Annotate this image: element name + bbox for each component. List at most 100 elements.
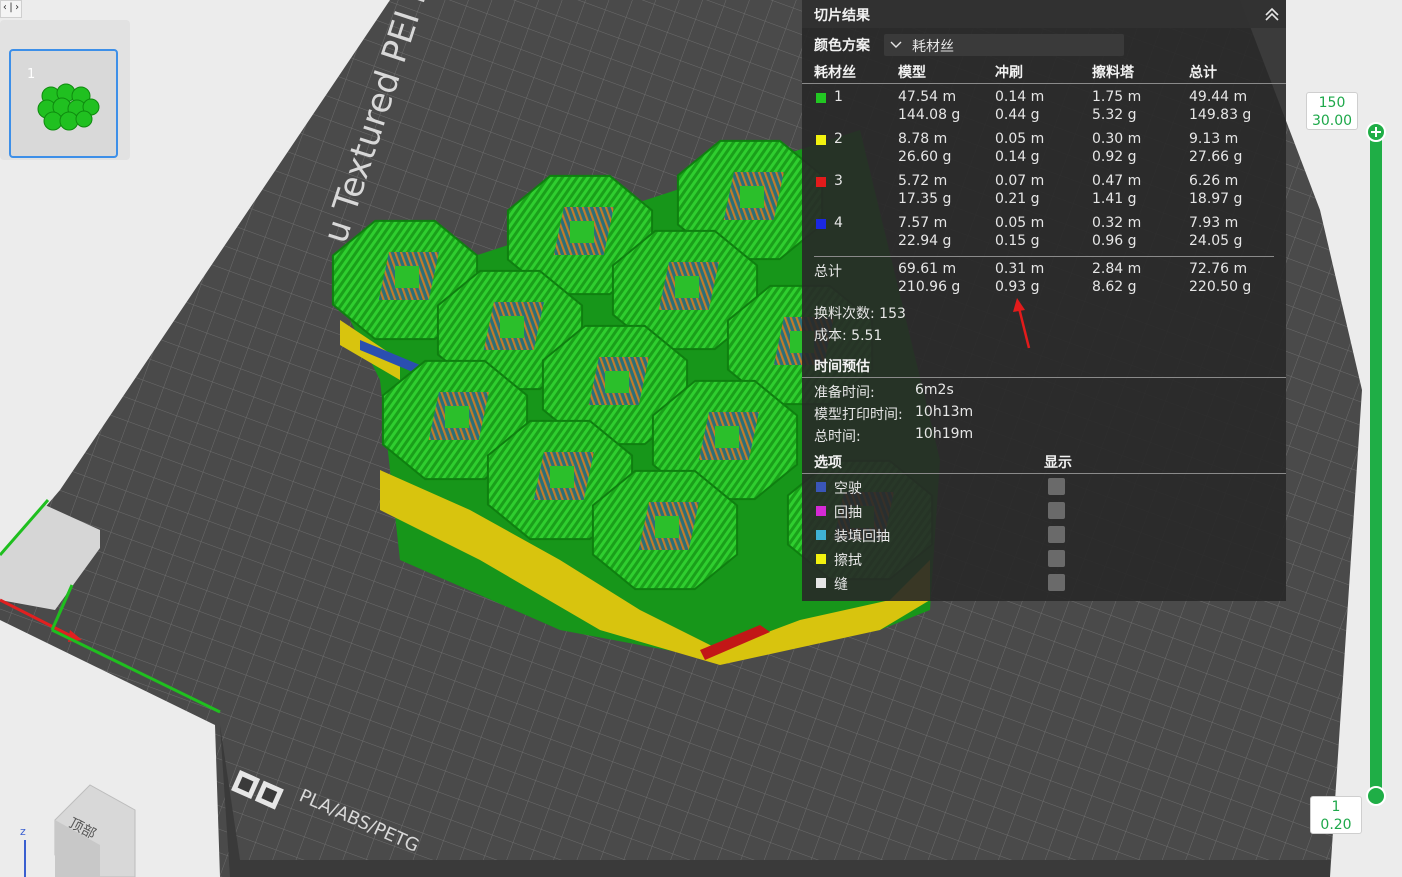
color-scheme-select[interactable]: 耗材丝 [884,34,1124,56]
model-pod-core [605,371,629,393]
slice-result-panel: 切片结果 颜色方案 耗材丝 耗材丝 模型 冲刷 擦料塔 总计 1 47.54 m 1… [802,0,1286,601]
sidebar-toggle-button[interactable]: ‹|› [0,0,22,18]
filament-id: 1 [834,89,843,105]
color-scheme-value: 耗材丝 [912,39,954,55]
bottom-layer-number: 1 [1331,799,1341,815]
layer-slider-top-handle[interactable] [1366,122,1386,142]
code-toggle-icon: ‹|› [1,2,21,13]
view-cube-axis-label: z [20,825,26,838]
filament-flush-length: 0.14 m [995,89,1045,105]
option-color-swatch [816,554,826,564]
filament-model-length: 7.57 m [898,215,948,231]
filament-color-swatch [816,177,826,187]
sum-total-length: 72.76 m [1189,261,1248,277]
filament-tower-length: 0.32 m [1092,215,1142,231]
filament-tower-length: 0.30 m [1092,131,1142,147]
col-header-flush: 冲刷 [995,65,1023,81]
time-value: 6m2s [915,382,954,398]
cost-value: 成本: 5.51 [814,328,883,344]
panel-title: 切片结果 [814,8,870,24]
time-divider [802,377,1286,378]
options-divider [802,473,1286,474]
layer-slider-track[interactable] [1370,128,1382,796]
table-sum-divider [814,256,1274,257]
time-label: 总时间: [814,429,861,445]
bottom-layer-label: 1 0.20 [1310,796,1362,834]
double-chevron-up-icon[interactable] [1264,6,1280,22]
time-label: 模型打印时间: [814,407,903,423]
option-color-swatch [816,482,826,492]
filament-tower-length: 0.47 m [1092,173,1142,189]
col-header-total: 总计 [1189,65,1217,81]
option-show-checkbox[interactable] [1048,502,1065,519]
time-estimate-header: 时间预估 [814,359,870,375]
filament-id: 4 [834,215,843,231]
time-label: 准备时间: [814,385,875,401]
option-show-checkbox[interactable] [1048,478,1065,495]
filament-flush-length: 0.05 m [995,131,1045,147]
option-label: 缝 [834,577,848,593]
plate-thumbnail-preview-icon [37,83,100,131]
filament-tower-weight: 0.96 g [1092,233,1137,249]
filament-total-length: 6.26 m [1189,173,1239,189]
filament-flush-length: 0.05 m [995,215,1045,231]
filament-tower-weight: 1.41 g [1092,191,1137,207]
model-pod-core [550,466,574,488]
filament-total-length: 9.13 m [1189,131,1239,147]
plate-thumbnail[interactable]: 1 [9,49,118,158]
options-header: 选项 [814,455,842,471]
option-color-swatch [816,578,826,588]
model-pod-core [445,406,469,428]
filament-tower-weight: 0.92 g [1092,149,1137,165]
filament-tower-weight: 5.32 g [1092,107,1137,123]
filament-model-length: 47.54 m [898,89,957,105]
panel-title-bar [802,0,1286,28]
model-pod-core [715,426,739,448]
filament-tower-length: 1.75 m [1092,89,1142,105]
option-show-checkbox[interactable] [1048,526,1065,543]
filament-total-length: 7.93 m [1189,215,1239,231]
layer-slider-bottom-handle[interactable] [1366,786,1386,806]
top-layer-height: 30.00 [1311,113,1353,129]
bottom-layer-height: 0.20 [1320,817,1352,833]
model-pod-core [740,186,764,208]
filament-model-length: 8.78 m [898,131,948,147]
filament-color-swatch [816,93,826,103]
top-layer-label: 150 30.00 [1306,92,1358,130]
filament-flush-weight: 0.21 g [995,191,1040,207]
time-value: 10h19m [915,426,974,442]
top-layer-number: 150 [1318,95,1346,111]
model-pod-core [395,266,419,288]
plate-thumbnail-strip: 1 [0,20,130,160]
filament-flush-weight: 0.15 g [995,233,1040,249]
option-show-checkbox[interactable] [1048,574,1065,591]
chevron-down-icon [890,41,902,48]
sum-total-weight: 220.50 g [1189,279,1252,295]
col-header-tower: 擦料塔 [1092,65,1134,81]
sum-model-length: 69.61 m [898,261,957,277]
show-header: 显示 [1044,455,1072,471]
time-value: 10h13m [915,404,974,420]
model-pod-core [655,516,679,538]
col-header-filament: 耗材丝 [814,65,856,81]
filament-model-weight: 26.60 g [898,149,952,165]
filament-model-length: 5.72 m [898,173,948,189]
filament-color-swatch [816,219,826,229]
option-label: 空驶 [834,481,862,497]
filament-total-weight: 18.97 g [1189,191,1243,207]
option-label: 回抽 [834,505,862,521]
option-label: 擦拭 [834,553,862,569]
filament-swap-count: 换料次数: 153 [814,306,906,322]
view-cube[interactable]: 顶部 z [20,784,136,877]
sum-flush-weight: 0.93 g [995,279,1040,295]
sum-tower-length: 2.84 m [1092,261,1142,277]
filament-flush-weight: 0.14 g [995,149,1040,165]
sum-tower-weight: 8.62 g [1092,279,1137,295]
filament-model-weight: 144.08 g [898,107,961,123]
col-header-model: 模型 [898,65,926,81]
option-label: 装填回抽 [834,529,890,545]
option-show-checkbox[interactable] [1048,550,1065,567]
table-header-divider [802,83,1286,84]
color-scheme-label: 颜色方案 [814,38,870,54]
sum-model-weight: 210.96 g [898,279,961,295]
